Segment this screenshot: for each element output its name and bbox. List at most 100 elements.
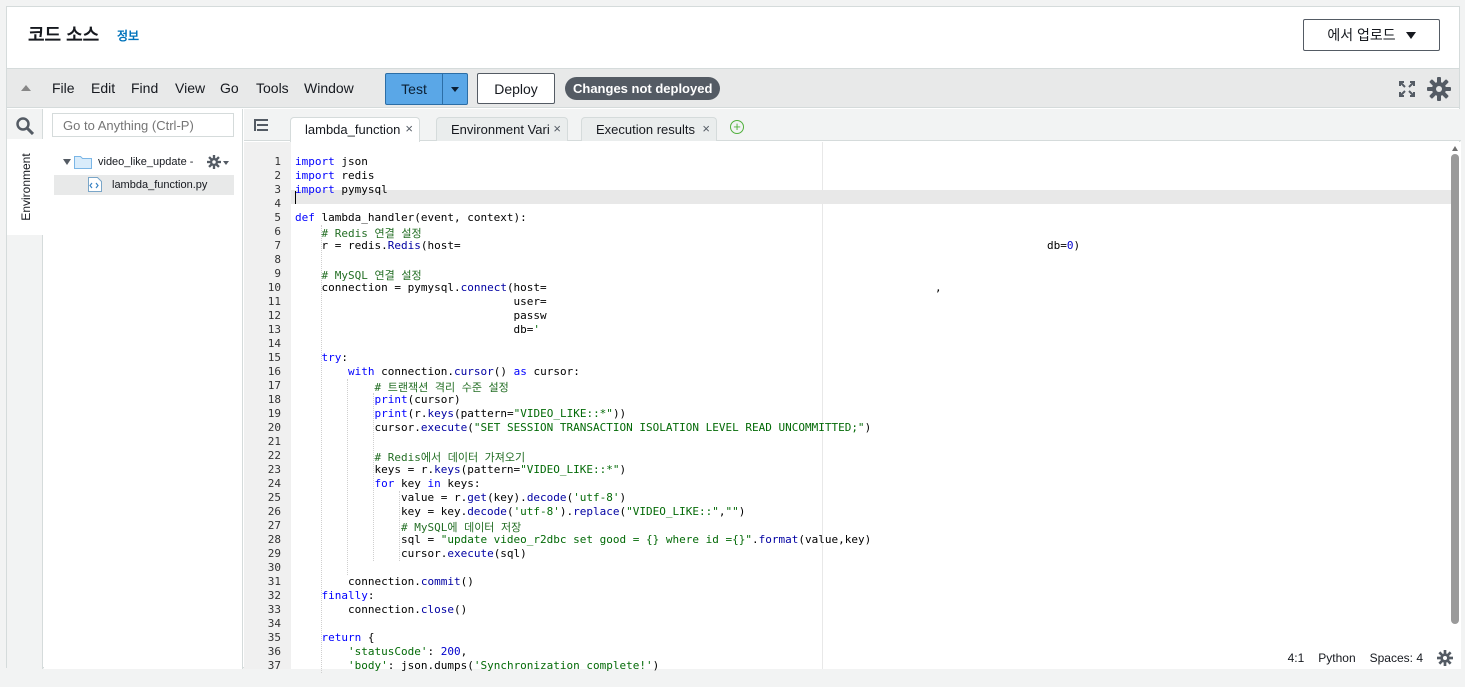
menu-go[interactable]: Go: [220, 80, 239, 96]
line-number: 26: [267, 505, 281, 518]
file-tree-item[interactable]: lambda_function.py: [54, 175, 234, 195]
code-line: 'body': json.dumps('Synchronization comp…: [347, 659, 660, 672]
line-number: 28: [267, 533, 281, 546]
caret-down-icon: [451, 86, 459, 92]
code-line: # MySQL에 데이터 저장: [400, 521, 522, 534]
code-line: passw: [295, 309, 547, 322]
code-line: # Redis에서 데이터 가져오기: [374, 451, 526, 464]
upload-button-label: 에서 업로드: [1327, 27, 1396, 43]
line-number: 2: [274, 169, 281, 182]
code-line: import redis: [295, 169, 375, 182]
line-number: 17: [267, 379, 281, 392]
code-line-tail: db=0): [1047, 239, 1081, 252]
tab-list-icon[interactable]: [254, 119, 268, 131]
info-link[interactable]: 정보: [117, 27, 139, 44]
code-line: # MySQL 연결 설정: [321, 269, 422, 282]
folder-expand-icon[interactable]: [63, 159, 71, 165]
code-line: connection.close(): [295, 603, 468, 616]
code-content: import json import redis import pymysql def…: [295, 142, 1445, 673]
close-icon[interactable]: ×: [405, 121, 413, 136]
line-number: 14: [267, 337, 281, 350]
line-number: 15: [267, 351, 281, 364]
close-icon[interactable]: ×: [702, 121, 710, 136]
folder-name[interactable]: video_like_update -: [98, 156, 193, 168]
line-number-gutter: 1 2 3 4 5 6 7 8 9 10 11 12 13 14 15 16 17 18 19 20 21 22 23 24 2…: [244, 142, 291, 672]
menu-file[interactable]: File: [52, 80, 75, 96]
test-button[interactable]: Test: [386, 74, 443, 104]
menu-edit[interactable]: Edit: [91, 80, 115, 96]
editor-settings-gear-icon[interactable]: [1437, 650, 1453, 666]
tab-lambda-function[interactable]: lambda_function ×: [290, 117, 420, 142]
folder-icon: [74, 156, 92, 169]
line-number: 21: [267, 435, 281, 448]
line-number: 16: [267, 365, 281, 378]
menu-view[interactable]: View: [175, 80, 205, 96]
code-line: print(r.keys(pattern="VIDEO_LIKE::*")): [374, 407, 627, 420]
search-icon[interactable]: [16, 117, 34, 135]
language-mode[interactable]: Python: [1318, 651, 1355, 665]
code-line: with connection.cursor() as cursor:: [347, 365, 580, 378]
file-tree: video_like_update - lambda_function.py: [44, 109, 243, 669]
code-line: key = key.decode('utf-8').replace("VIDEO…: [295, 505, 746, 518]
editor-status-bar: 4:1 Python Spaces: 4: [1287, 648, 1453, 668]
menu-window[interactable]: Window: [304, 80, 354, 96]
code-line: connection.commit(): [295, 575, 474, 588]
line-number: 34: [267, 617, 281, 630]
upload-dropdown-button[interactable]: 에서 업로드: [1303, 19, 1440, 51]
deploy-button[interactable]: Deploy: [477, 73, 555, 104]
line-number: 1: [274, 155, 281, 168]
line-number: 11: [267, 295, 281, 308]
code-line: 'statusCode': 200,: [347, 645, 468, 658]
environment-tab-label: Environment: [19, 153, 33, 221]
line-number: 33: [267, 603, 281, 616]
vertical-scrollbar[interactable]: [1451, 154, 1459, 624]
code-line: finally:: [321, 589, 375, 602]
cursor-position[interactable]: 4:1: [1288, 651, 1305, 665]
code-line: for key in keys:: [374, 477, 481, 490]
line-number: 8: [274, 253, 281, 266]
code-line: print(cursor): [374, 393, 461, 406]
add-tab-icon[interactable]: +: [730, 120, 744, 134]
folder-settings-gear-icon[interactable]: [207, 155, 221, 169]
tab-label: Environment Vari: [451, 122, 549, 137]
line-number: 3: [274, 183, 281, 196]
line-number: 10: [267, 281, 281, 294]
tab-execution-results[interactable]: Execution results ×: [581, 117, 717, 141]
status-badge: Changes not deployed: [565, 77, 721, 100]
line-number: 30: [267, 561, 281, 574]
code-line-tail: ,: [935, 281, 942, 294]
line-number: 31: [267, 575, 281, 588]
test-dropdown-toggle[interactable]: [443, 74, 467, 104]
code-line: cursor.execute("SET SESSION TRANSACTION …: [295, 421, 872, 434]
code-line: connection = pymysql.connect(host=: [295, 281, 547, 294]
text-cursor: [295, 191, 296, 204]
go-to-anything-input[interactable]: [52, 113, 234, 137]
tab-environment-variables[interactable]: Environment Vari ×: [436, 117, 568, 141]
line-number: 29: [267, 547, 281, 560]
close-icon[interactable]: ×: [553, 121, 561, 136]
line-number: 13: [267, 323, 281, 336]
line-number: 18: [267, 393, 281, 406]
line-number: 4: [274, 197, 281, 210]
code-editor[interactable]: 1 2 3 4 5 6 7 8 9 10 11 12 13 14 15 16 17 18 19 20 21 22 23 24 2…: [244, 142, 1461, 673]
code-line: keys = r.keys(pattern="VIDEO_LIKE::*"): [295, 463, 627, 476]
code-line: r = redis.Redis(host=: [295, 239, 461, 252]
line-number: 6: [274, 225, 281, 238]
collapse-menu-icon[interactable]: [21, 85, 31, 91]
settings-gear-icon[interactable]: [1427, 77, 1451, 101]
code-line: import pymysql: [295, 183, 388, 196]
line-number: 35: [267, 631, 281, 644]
line-number: 25: [267, 491, 281, 504]
line-number: 20: [267, 421, 281, 434]
scroll-up-icon[interactable]: [1452, 146, 1458, 151]
menu-find[interactable]: Find: [131, 80, 158, 96]
test-split-button: Test: [385, 73, 468, 105]
code-line: return {: [321, 631, 375, 644]
line-number: 5: [274, 211, 281, 224]
fullscreen-icon[interactable]: [1399, 81, 1415, 97]
ide-menubar: File Edit Find View Go Tools Window Test…: [7, 68, 1459, 108]
indent-setting[interactable]: Spaces: 4: [1370, 651, 1423, 665]
line-number: 37: [267, 659, 281, 672]
menu-tools[interactable]: Tools: [256, 80, 289, 96]
code-line: # 트랜잭션 격리 수준 설정: [374, 381, 509, 394]
